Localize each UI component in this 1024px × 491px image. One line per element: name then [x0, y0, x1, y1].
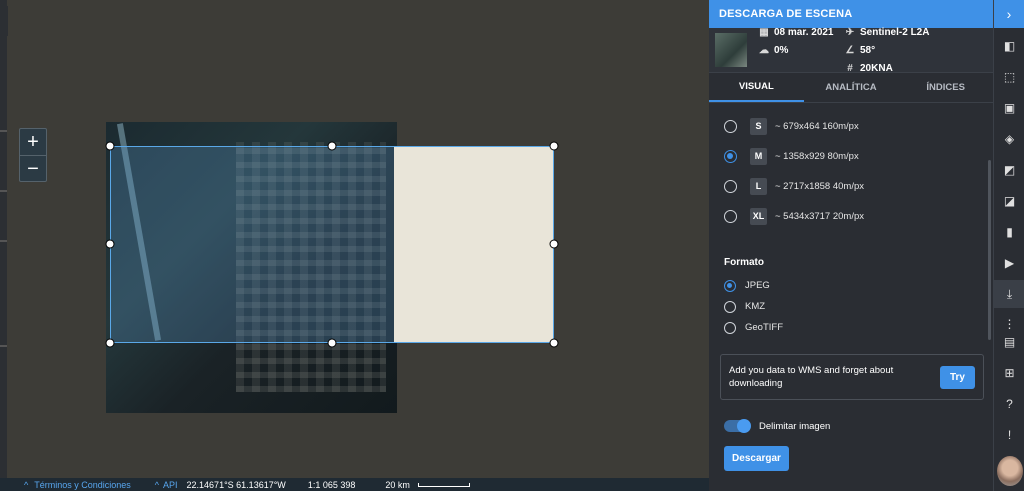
size-badge: M [750, 147, 767, 165]
size-options: S ~ 679x464 160m/px M ~ 1358x929 80m/px … [709, 103, 993, 231]
selection-handle-e[interactable] [549, 239, 559, 249]
scale-bar [417, 482, 470, 487]
download-selection-box[interactable] [110, 146, 554, 343]
download-button[interactable]: Descargar [724, 446, 789, 471]
angle-icon: ∠ [845, 44, 855, 56]
calendar-icon: ▦ [759, 26, 769, 38]
tab-visual[interactable]: VISUAL [709, 73, 804, 102]
format-label: GeoTIFF [745, 322, 784, 333]
scene-thumbnail[interactable] [715, 33, 747, 67]
zoom-in-button[interactable]: + [20, 129, 46, 155]
zoom-control: + − [19, 128, 47, 182]
scene-info: ▦ 08 mar. 2021 ✈ Sentinel-2 L2A ☁ 0% ∠ 58° #… [709, 26, 993, 74]
crop-icon[interactable]: ⬚ [994, 63, 1024, 91]
format-radio-kmz[interactable] [724, 300, 736, 313]
collapse-panel-icon[interactable]: › [994, 0, 1024, 28]
selection-handle-ne[interactable] [549, 141, 559, 151]
size-badge: S [750, 117, 767, 135]
map-view[interactable]: + − ^ Términos y Condiciones ^ API 22.14… [0, 0, 709, 491]
cart-icon[interactable]: ⊞ [994, 359, 1024, 387]
api-link[interactable]: API [163, 480, 178, 490]
terms-link[interactable]: Términos y Condiciones [34, 480, 131, 490]
format-radio-jpeg[interactable] [724, 279, 736, 292]
size-text: ~ 1358x929 80m/px [775, 150, 859, 162]
play-icon[interactable]: ▶ [994, 249, 1024, 277]
scene-angle: 58° [860, 44, 876, 56]
format-label: JPEG [745, 280, 770, 291]
selection-handle-sw[interactable] [105, 338, 115, 348]
format-option-jpeg[interactable]: JPEG [709, 275, 993, 296]
selection-handle-nw[interactable] [105, 141, 115, 151]
comment-icon[interactable]: ▤ [994, 328, 1024, 356]
chevron-up-icon[interactable]: ^ [155, 480, 159, 490]
delimit-image-label: Delimitar imagen [759, 420, 831, 432]
format-label: KMZ [745, 301, 766, 312]
map-footer: ^ Términos y Condiciones ^ API 22.14671°… [0, 478, 709, 491]
scene-cloud: 0% [774, 44, 789, 56]
scene-satellite: Sentinel-2 L2A [860, 26, 930, 38]
cloud-icon: ☁ [759, 44, 769, 56]
zoom-out-button[interactable]: − [20, 155, 46, 181]
size-text: ~ 679x464 160m/px [775, 120, 859, 132]
size-badge: XL [750, 207, 767, 225]
map-left-toolbar [0, 0, 7, 478]
panel-scrollbar[interactable] [988, 160, 991, 340]
tabs: VISUAL ANALÍTICA ÍNDICES [709, 73, 993, 103]
delimit-image-row: Delimitar imagen [724, 419, 993, 433]
size-radio-s[interactable] [724, 119, 737, 133]
size-option-l[interactable]: L ~ 2717x1858 40m/px [724, 171, 993, 201]
wms-promo: Add you data to WMS and forget about dow… [720, 354, 984, 400]
delimit-image-toggle[interactable] [724, 419, 751, 433]
scale-ratio: 1:1 065 398 [307, 479, 356, 490]
coordinates-readout: 22.14671°S 61.13617°W [186, 479, 286, 490]
selection-handle-w[interactable] [105, 239, 115, 249]
format-title: Formato [724, 257, 764, 268]
scene-download-panel: DESCARGA DE ESCENA ▦ 08 mar. 2021 ✈ Sentin… [709, 0, 993, 491]
scene-tile: 20KNA [860, 62, 893, 74]
tab-indices[interactable]: ÍNDICES [898, 73, 993, 102]
download-icon[interactable]: ⤓ [994, 280, 1024, 308]
wms-promo-text: Add you data to WMS and forget about dow… [729, 365, 894, 389]
size-text: ~ 2717x1858 40m/px [775, 180, 864, 192]
size-text: ~ 5434x3717 20m/px [775, 210, 864, 222]
format-option-kmz[interactable]: KMZ [709, 296, 993, 317]
chart-icon[interactable]: ▮ [994, 218, 1024, 246]
compare-icon[interactable]: ◧ [994, 32, 1024, 60]
help-icon[interactable]: ? [994, 390, 1024, 418]
size-radio-m[interactable] [724, 149, 737, 163]
palette-icon[interactable]: ◩ [994, 156, 1024, 184]
size-option-xl[interactable]: XL ~ 5434x3717 20m/px [724, 201, 993, 231]
right-toolbar: › ◧ ⬚ ▣ ◈ ◩ ◪ ▮ ▶ ⤓ ⋮ ▤ ⊞ ? ! [993, 0, 1024, 491]
size-badge: L [750, 177, 767, 195]
chevron-up-icon[interactable]: ^ [24, 480, 28, 490]
selection-handle-se[interactable] [549, 338, 559, 348]
layers-toggle-icon[interactable] [0, 6, 8, 36]
hash-icon: # [847, 62, 853, 74]
tab-analitica[interactable]: ANALÍTICA [804, 73, 899, 102]
image-icon[interactable]: ▣ [994, 94, 1024, 122]
size-option-m[interactable]: M ~ 1358x929 80m/px [724, 141, 993, 171]
photo-filter-icon[interactable]: ◪ [994, 187, 1024, 215]
scene-date: 08 mar. 2021 [774, 26, 834, 38]
scale-distance: 20 km [385, 479, 410, 490]
panel-title: DESCARGA DE ESCENA [709, 0, 993, 28]
format-radio-geotiff[interactable] [724, 321, 736, 334]
size-option-s[interactable]: S ~ 679x464 160m/px [724, 111, 993, 141]
selection-handle-n[interactable] [327, 141, 337, 151]
try-button[interactable]: Try [940, 365, 975, 389]
size-radio-xl[interactable] [724, 209, 737, 223]
satellite-icon: ✈ [845, 26, 855, 38]
selection-handle-s[interactable] [327, 338, 337, 348]
avatar[interactable] [997, 456, 1023, 486]
format-option-geotiff[interactable]: GeoTIFF [709, 317, 993, 338]
size-radio-l[interactable] [724, 179, 737, 193]
layers-icon[interactable]: ◈ [994, 125, 1024, 153]
feedback-icon[interactable]: ! [994, 421, 1024, 449]
